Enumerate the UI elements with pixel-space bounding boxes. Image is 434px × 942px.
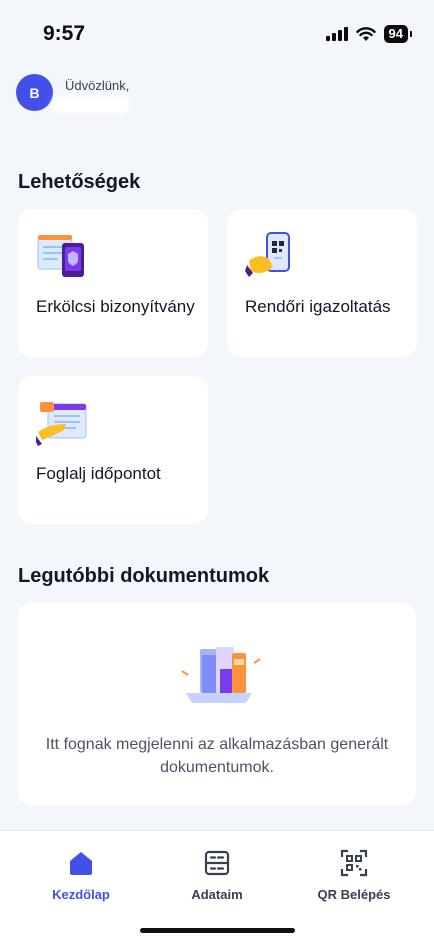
certificate-icon: [37, 235, 84, 277]
status-icons: 94: [325, 25, 413, 43]
home-icon: [70, 852, 92, 875]
option-label-certificate: Erkölcsi bizonyítvány: [36, 297, 195, 316]
qr-scan-icon: [340, 849, 368, 877]
option-label-appointment: Foglalj időpontot: [36, 464, 161, 483]
battery-indicator: 94: [383, 25, 413, 43]
signal-icon: [325, 27, 348, 41]
user-name-redacted: [52, 96, 130, 114]
nav-item-home[interactable]: Kezdőlap: [21, 849, 141, 902]
nav-label-data: Adataim: [191, 887, 243, 902]
documents-empty-card: Itt fognak megjelenni az alkalmazásban g…: [18, 603, 416, 805]
nav-label-qr: QR Belépés: [317, 887, 391, 902]
documents-empty-text: Itt fognak megjelenni az alkalmazásban g…: [45, 736, 389, 776]
home-indicator: [140, 928, 295, 933]
documents-title: Legutóbbi dokumentumok: [18, 565, 270, 587]
options-title: Lehetőségek: [18, 171, 141, 193]
bottom-nav: Kezdőlap Adataim QR Belépés: [0, 830, 434, 942]
data-list-icon: [204, 850, 230, 876]
option-card-police-check[interactable]: Rendőri igazoltatás: [227, 209, 417, 357]
greeting: B Üdvözlünk,: [16, 74, 130, 114]
status-time: 9:57: [43, 22, 86, 45]
option-card-certificate[interactable]: Erkölcsi bizonyítvány: [18, 209, 208, 357]
empty-documents-icon: [181, 647, 261, 703]
nav-item-data[interactable]: Adataim: [157, 849, 277, 902]
wifi-icon: [355, 26, 376, 41]
avatar[interactable]: B: [16, 74, 53, 111]
option-label-police-check: Rendőri igazoltatás: [245, 297, 391, 316]
phone-qr-icon: [245, 232, 290, 277]
nav-label-home: Kezdőlap: [52, 887, 110, 902]
calendar-hand-icon: [36, 402, 87, 446]
option-card-appointment[interactable]: Foglalj időpontot: [18, 376, 208, 524]
status-bar: 9:57 94: [0, 0, 434, 60]
nav-item-qr[interactable]: QR Belépés: [294, 849, 414, 902]
